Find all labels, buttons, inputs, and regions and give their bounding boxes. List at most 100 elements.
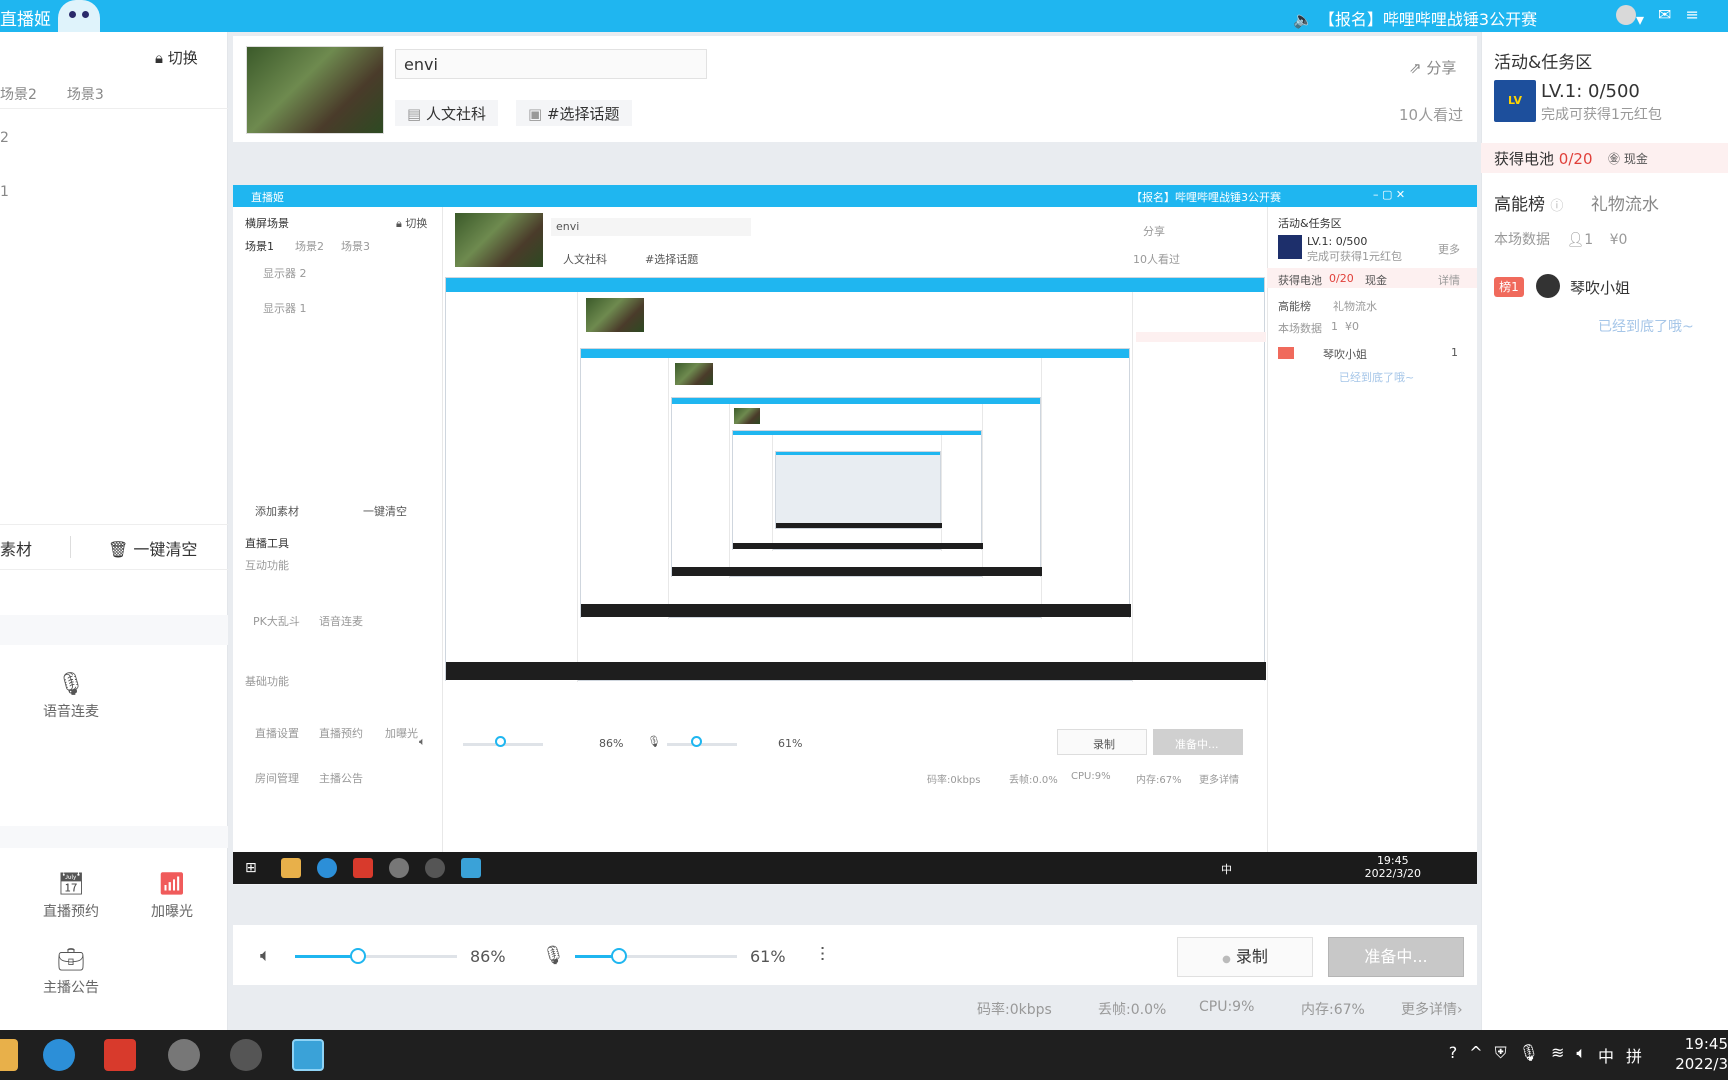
memory-stat: 内存:67% (1301, 1002, 1365, 1018)
stream-preview[interactable]: 直播姬 【报名】哔哩哔哩战锤3公开赛 – ▢ ✕ 横屏场景 🔒︎ 切换 场景1 … (233, 185, 1477, 885)
boost-chart-icon: 📶︎ (158, 872, 186, 897)
volume-icon[interactable]: 🔈︎ (1576, 1043, 1586, 1067)
topic-icon: ▣ (528, 105, 543, 123)
voice-link-tool[interactable]: 🎙︎ 语音连麦 (28, 672, 114, 721)
volume-slider-fill (295, 955, 358, 958)
preview-titlebar-2 (446, 278, 1264, 292)
preview-session-money: ¥0 (1345, 320, 1359, 333)
chevron-up-icon[interactable]: ^ (1469, 1043, 1482, 1067)
tab-rank[interactable]: 高能榜 (1494, 195, 1545, 215)
display-item-2[interactable]: 2 (0, 130, 9, 146)
menu-icon[interactable]: ≡ (1685, 5, 1698, 29)
level-progress: LV.1: 0/500 (1541, 81, 1640, 102)
stream-title-input[interactable]: envi (395, 49, 707, 79)
preview-window-level5 (732, 430, 983, 551)
ime-pinyin[interactable]: 拼 (1626, 1043, 1642, 1067)
livehime-taskbar-icon[interactable] (292, 1039, 324, 1071)
announcement-tool[interactable]: 💼︎ 主播公告 (28, 948, 114, 997)
file-explorer-icon[interactable] (0, 1039, 18, 1071)
start-live-button[interactable]: 准备中... (1328, 937, 1464, 977)
speaker-icon[interactable]: 🔈︎ (260, 945, 271, 966)
display-item-1[interactable]: 1 (0, 184, 9, 200)
preview-voice: 语音连麦 (319, 615, 363, 628)
preview-share: 分享 (1143, 225, 1165, 238)
mail-icon[interactable]: ✉ (1658, 5, 1671, 29)
preview-edge-icon (317, 858, 337, 878)
mixer-settings-icon[interactable]: ⫶ (820, 944, 825, 966)
preview-more-details: 更多详情 (1199, 775, 1239, 786)
preview-titlebar-3 (581, 349, 1129, 358)
help-icon[interactable]: ⓘ (1550, 199, 1563, 214)
preview-right-panel-5 (941, 435, 981, 551)
preview-mem: 内存:67% (1136, 775, 1182, 786)
announcement-banner[interactable]: 🔈 【报名】哔哩哔哩战锤3公开赛 (1293, 6, 1537, 30)
preview-interactive: 互动功能 (245, 559, 289, 572)
stream-cover-image[interactable] (246, 46, 384, 134)
scene-tabs: 场景2 场景3 (0, 84, 104, 104)
preview-os-taskbar: ⊞ 中 19:45 2022/3/20 (233, 852, 1477, 884)
preview-cover-2 (586, 298, 644, 332)
rank-user-name[interactable]: 琴吹小姐 (1570, 277, 1630, 298)
rank-tabs: 高能榜 ⓘ 礼物流水 (1494, 190, 1659, 215)
add-material-button[interactable]: 素材 (0, 536, 32, 560)
preview-basic: 基础功能 (245, 675, 289, 688)
preview-taskbar-3 (581, 604, 1131, 617)
app-title: 直播姬 (0, 10, 51, 30)
shield-icon[interactable]: ⛨ (1495, 1043, 1507, 1067)
divider (0, 108, 228, 109)
ime-indicator[interactable]: 中 (1598, 1043, 1614, 1067)
tab-scene-2[interactable]: 场景2 (0, 84, 37, 104)
microphone-icon[interactable]: 🎙︎ (1519, 1043, 1539, 1067)
preview-tab-3: 场景3 (341, 240, 370, 253)
preview-speaker-icon: 🔈︎ (419, 735, 426, 748)
system-tray: ? ^ ⛨ 🎙︎ ≋ 🔈︎ 中 拼 (1449, 1043, 1642, 1067)
boost-tool[interactable]: 📶︎ 加曝光 (132, 872, 212, 921)
preview-clock: 19:45 2022/3/20 (1364, 854, 1421, 880)
end-of-list-note: 已经到底了哦~ (1598, 319, 1694, 335)
preview-lv: LV.1: 0/500 (1307, 235, 1368, 248)
app-icon[interactable] (168, 1039, 200, 1071)
user-avatar[interactable]: ▾ (1616, 5, 1644, 29)
wifi-icon[interactable]: ≋ (1551, 1043, 1564, 1067)
clear-all-button[interactable]: 🗑︎ 一键清空 (108, 536, 197, 560)
switch-button[interactable]: 🔒︎ 切换 (155, 47, 198, 68)
preview-mic-icon: 🎙︎ (647, 735, 661, 748)
record-button[interactable]: ● 录制 (1177, 937, 1313, 977)
preview-folder-icon (281, 858, 301, 878)
edge-icon[interactable] (43, 1039, 75, 1071)
preview-battery-val: 0/20 (1329, 272, 1354, 285)
preview-window-level2 (445, 277, 1266, 682)
mic-slider-knob[interactable] (611, 948, 627, 964)
more-details-link[interactable]: 更多详情› (1401, 999, 1463, 1019)
live-schedule-tool[interactable]: 📅︎ 直播预约 (28, 872, 114, 921)
tab-gift-flow[interactable]: 礼物流水 (1591, 195, 1659, 215)
avatar[interactable] (1536, 274, 1560, 298)
volume-slider-knob[interactable] (350, 948, 366, 964)
tab-scene-3[interactable]: 场景3 (67, 84, 104, 104)
preview-bitrate: 码率:0kbps (927, 775, 981, 786)
app-icon[interactable] (230, 1039, 262, 1071)
microphone-icon[interactable]: 🎙︎ (542, 945, 565, 966)
preview-add-material: 添加素材 (255, 505, 299, 518)
preview-app-title: 直播姬 (251, 191, 284, 204)
preview-rank-name: 琴吹小姐 (1323, 348, 1367, 361)
level-badge-icon[interactable]: LV (1494, 80, 1536, 122)
topic-tag[interactable]: ▣ #选择话题 (516, 100, 632, 126)
preview-clear: 一键清空 (363, 505, 407, 518)
wps-icon[interactable] (104, 1039, 136, 1071)
system-clock[interactable]: 19:45 2022/3 (1675, 1034, 1728, 1074)
cash-label: ㊎ 现金 (1608, 152, 1648, 166)
share-button[interactable]: ⇗ 分享 (1409, 57, 1456, 78)
briefcase-icon: 💼︎ (57, 948, 85, 973)
right-panel (1481, 32, 1728, 1030)
viewer-count: 10人看过 (1399, 106, 1464, 124)
preview-wps-icon (353, 858, 373, 878)
category-tag[interactable]: ▤ 人文社科 (395, 100, 498, 126)
preview-window-controls: – ▢ ✕ (1373, 188, 1406, 201)
help-icon[interactable]: ? (1449, 1043, 1458, 1067)
preview-cpu: CPU:9% (1071, 771, 1111, 782)
battery-task: 获得电池 0/20 (1494, 150, 1593, 168)
preview-cover-4 (734, 408, 760, 424)
preview-session-count: 1 (1331, 320, 1338, 333)
preview-title-value: envi (556, 220, 580, 233)
